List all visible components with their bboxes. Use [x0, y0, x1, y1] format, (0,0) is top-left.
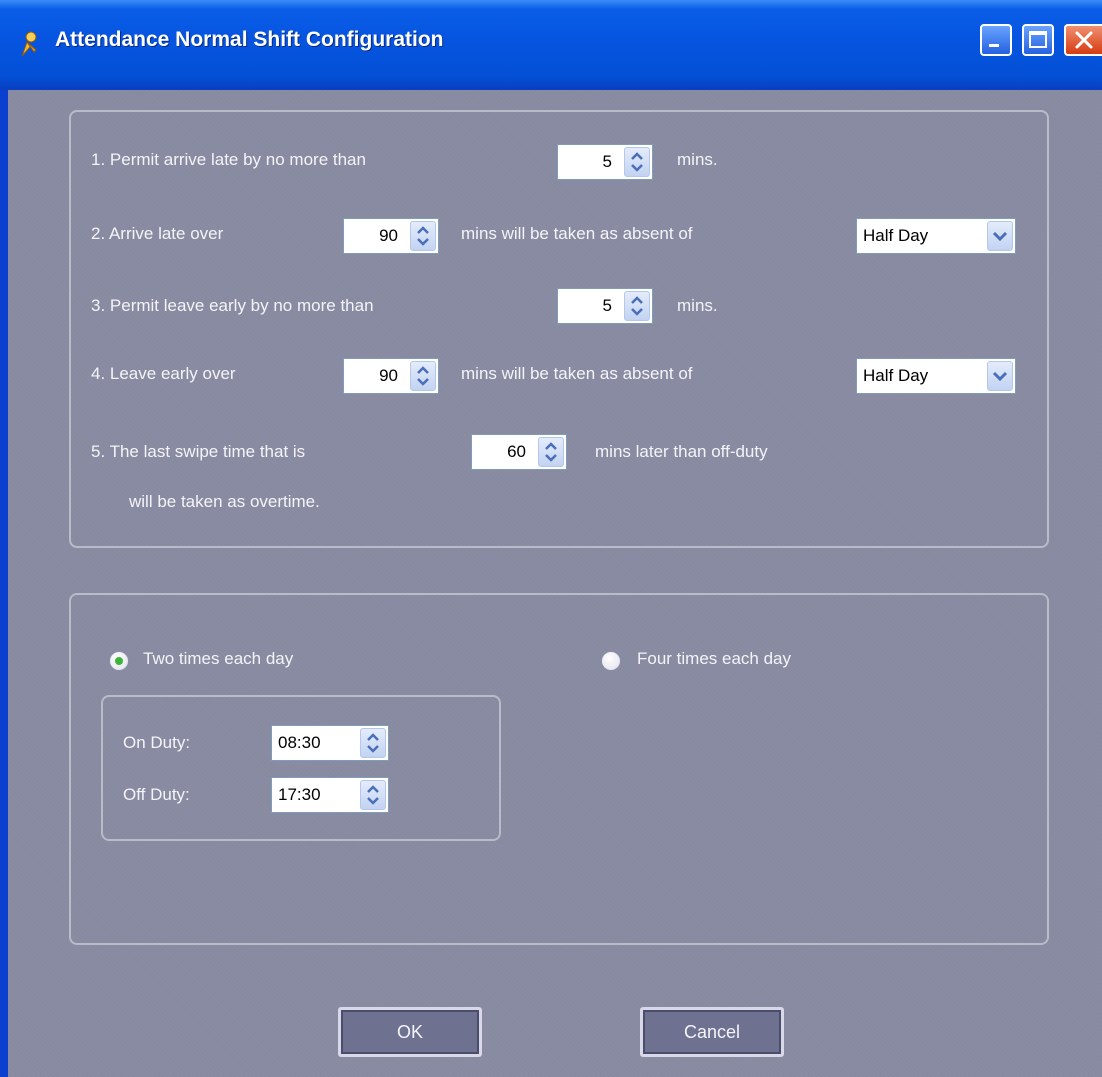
- spin-arrows-icon: [417, 366, 429, 386]
- rule4-dropdown-button[interactable]: [987, 361, 1013, 391]
- off-duty-time-value[interactable]: 17:30: [278, 778, 321, 812]
- maximize-icon: [1029, 31, 1047, 48]
- close-icon: [1075, 31, 1093, 49]
- rule4-absent-value: Half Day: [863, 366, 929, 385]
- rule4-minutes-spinner[interactable]: 90: [343, 358, 439, 394]
- chevron-down-icon: [992, 371, 1008, 382]
- minimize-icon: [989, 44, 999, 47]
- rule2-dropdown-button[interactable]: [987, 221, 1013, 251]
- rule2-spin-buttons[interactable]: [410, 221, 436, 251]
- window-title: Attendance Normal Shift Configuration: [55, 28, 444, 51]
- off-duty-label: Off Duty:: [123, 785, 190, 804]
- duty-times-group: On Duty: 08:30 Off Duty: 17:30: [101, 695, 501, 841]
- rule1-unit: mins.: [677, 150, 718, 169]
- rule5-second-line: will be taken as overtime.: [129, 492, 320, 511]
- cancel-button[interactable]: Cancel: [640, 1007, 784, 1057]
- four-times-label[interactable]: Four times each day: [637, 649, 791, 669]
- on-duty-spin-buttons[interactable]: [360, 728, 386, 758]
- rule2-suffix: mins will be taken as absent of: [461, 224, 693, 243]
- rules-group: 1. Permit arrive late by no more than 5 …: [69, 110, 1049, 548]
- rule3-minutes-spinner[interactable]: 5: [557, 288, 653, 324]
- two-times-label[interactable]: Two times each day: [143, 649, 293, 669]
- two-times-radio[interactable]: [109, 651, 129, 671]
- rule4-absent-select[interactable]: Half Day: [856, 358, 1016, 394]
- title-bar[interactable]: Attendance Normal Shift Configuration: [0, 0, 1102, 90]
- rule3-spin-buttons[interactable]: [624, 291, 650, 321]
- spin-arrows-icon: [631, 152, 643, 172]
- on-duty-time-value[interactable]: 08:30: [278, 726, 321, 760]
- rule2-absent-value: Half Day: [863, 226, 929, 245]
- four-times-radio[interactable]: [601, 651, 621, 671]
- rule4-minutes-value[interactable]: 90: [348, 359, 398, 393]
- on-duty-time-spinner[interactable]: 08:30: [271, 725, 389, 761]
- rule4-suffix: mins will be taken as absent of: [461, 364, 693, 383]
- rule5-minutes-spinner[interactable]: 60: [471, 434, 567, 470]
- minimize-button[interactable]: [980, 24, 1012, 56]
- off-duty-time-spinner[interactable]: 17:30: [271, 777, 389, 813]
- rule1-label: 1. Permit arrive late by no more than: [91, 150, 366, 169]
- maximize-button[interactable]: [1022, 24, 1054, 56]
- radio-selected-dot: [115, 657, 123, 665]
- ok-button[interactable]: OK: [338, 1007, 482, 1057]
- on-duty-label: On Duty:: [123, 733, 191, 752]
- rule2-minutes-spinner[interactable]: 90: [343, 218, 439, 254]
- chevron-down-icon: [992, 231, 1008, 242]
- rule1-minutes-value[interactable]: 5: [562, 145, 612, 179]
- dialog-client-area: 1. Permit arrive late by no more than 5 …: [8, 90, 1102, 1077]
- rule2-minutes-value[interactable]: 90: [348, 219, 398, 253]
- rule1-minutes-spinner[interactable]: 5: [557, 144, 653, 180]
- rule3-unit: mins.: [677, 296, 718, 315]
- spin-arrows-icon: [367, 733, 379, 753]
- rule5-label: 5. The last swipe time that is: [91, 442, 306, 461]
- off-duty-spin-buttons[interactable]: [360, 780, 386, 810]
- rule4-label: 4. Leave early over: [91, 364, 236, 383]
- dialog-window: Attendance Normal Shift Configuration 1.…: [0, 0, 1102, 1077]
- spin-arrows-icon: [631, 296, 643, 316]
- rule5-suffix: mins later than off-duty: [595, 442, 768, 461]
- close-button[interactable]: [1064, 24, 1102, 56]
- spin-arrows-icon: [367, 785, 379, 805]
- rule3-minutes-value[interactable]: 5: [562, 289, 612, 323]
- rule2-label: 2. Arrive late over: [91, 224, 224, 243]
- rule5-minutes-value[interactable]: 60: [476, 435, 526, 469]
- spin-arrows-icon: [545, 442, 557, 462]
- attendance-app-icon: [21, 31, 37, 57]
- rule1-spin-buttons[interactable]: [624, 147, 650, 177]
- rule5-spin-buttons[interactable]: [538, 437, 564, 467]
- spin-arrows-icon: [417, 226, 429, 246]
- rule4-spin-buttons[interactable]: [410, 361, 436, 391]
- schedule-group: Two times each day Four times each day O…: [69, 593, 1049, 945]
- rule2-absent-select[interactable]: Half Day: [856, 218, 1016, 254]
- rule3-label: 3. Permit leave early by no more than: [91, 296, 374, 315]
